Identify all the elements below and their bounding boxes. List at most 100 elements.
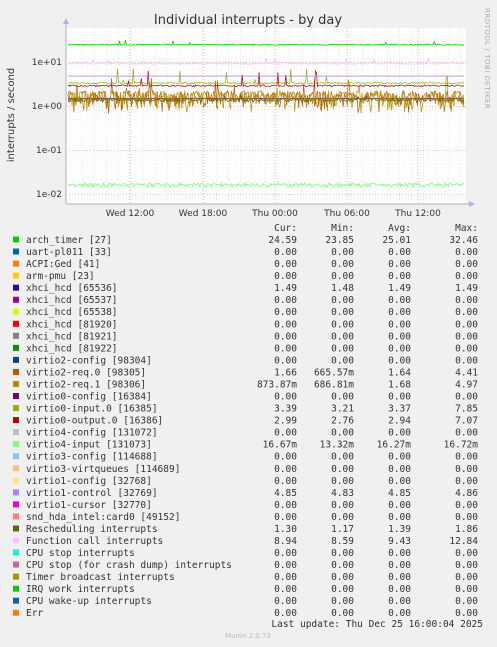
legend-value-min: 0.00 bbox=[331, 560, 354, 571]
legend-value-max: 12.84 bbox=[449, 536, 478, 547]
legend-series-name: virtio1-config [32768] bbox=[26, 476, 152, 487]
legend-swatch bbox=[13, 248, 19, 255]
legend-value-max: 0.00 bbox=[455, 319, 478, 330]
legend-value-cur: 1.66 bbox=[274, 367, 297, 378]
legend-series-name: virtio3-config [114688] bbox=[26, 452, 158, 463]
legend-value-avg: 0.00 bbox=[388, 452, 411, 463]
legend-value-min: 0.00 bbox=[331, 464, 354, 475]
legend-value-min: 3.21 bbox=[331, 404, 354, 415]
legend-swatch bbox=[13, 537, 19, 544]
y-tick-label: 1e-02 bbox=[36, 190, 62, 200]
legend-value-cur: 0.00 bbox=[274, 584, 297, 595]
legend-value-min: 0.00 bbox=[331, 584, 354, 595]
legend-value-min: 0.00 bbox=[331, 572, 354, 583]
legend-swatch bbox=[13, 465, 19, 472]
legend-series-name: virtio0-output.0 [16386] bbox=[26, 416, 163, 427]
legend-value-cur: 4.85 bbox=[274, 488, 297, 499]
legend-series-name: CPU stop interrupts bbox=[26, 548, 135, 559]
legend-value-avg: 1.68 bbox=[388, 379, 411, 390]
last-update: Last update: Thu Dec 25 16:00:04 2025 bbox=[271, 619, 483, 630]
y-tick-label: 1e-01 bbox=[36, 146, 62, 156]
legend-value-cur: 0.00 bbox=[274, 392, 297, 403]
x-axis-arrow bbox=[469, 201, 475, 207]
legend-series-name: virtio1-cursor [32770] bbox=[26, 500, 152, 511]
legend-value-avg: 0.00 bbox=[388, 608, 411, 619]
legend-value-avg: 0.00 bbox=[388, 392, 411, 403]
y-tick-label: 1e+00 bbox=[32, 102, 63, 112]
legend-value-max: 0.00 bbox=[455, 548, 478, 559]
legend-value-avg: 0.00 bbox=[388, 572, 411, 583]
legend-series-name: virtio4-config [131072] bbox=[26, 428, 158, 439]
legend-value-avg: 1.64 bbox=[388, 367, 411, 378]
legend-value-min: 1.17 bbox=[331, 524, 354, 535]
legend-value-max: 0.00 bbox=[455, 428, 478, 439]
legend-value-avg: 0.00 bbox=[388, 295, 411, 306]
legend-swatch bbox=[13, 332, 19, 339]
legend-swatch bbox=[13, 344, 19, 351]
legend-value-avg: 16.27m bbox=[377, 440, 412, 451]
legend-value-cur: 0.00 bbox=[274, 355, 297, 366]
legend-value-avg: 0.00 bbox=[388, 476, 411, 487]
legend-series-name: virtio3-virtqueues [114689] bbox=[26, 464, 180, 475]
legend-value-max: 0.00 bbox=[455, 464, 478, 475]
legend-series-name: CPU wake-up interrupts bbox=[26, 596, 152, 607]
y-tick-labels: 1e-02 1e-01 1e+00 1e+01 bbox=[32, 58, 63, 200]
legend-swatch bbox=[13, 356, 19, 363]
legend-swatch bbox=[13, 501, 19, 508]
legend: arch_timer [27] 24.59 23.85 25.01 32.46 uart-… bbox=[13, 235, 478, 619]
legend-value-avg: 0.00 bbox=[388, 355, 411, 366]
y-axis-label: interrupts / second bbox=[6, 68, 17, 162]
legend-value-max: 0.00 bbox=[455, 331, 478, 342]
legend-value-max: 0.00 bbox=[455, 259, 478, 270]
legend-swatch bbox=[13, 296, 19, 303]
legend-value-max: 4.97 bbox=[455, 379, 478, 390]
legend-value-avg: 0.00 bbox=[388, 307, 411, 318]
legend-value-max: 32.46 bbox=[449, 235, 478, 246]
legend-column-header: Min: bbox=[331, 223, 354, 234]
legend-swatch bbox=[13, 393, 19, 400]
legend-value-max: 0.00 bbox=[455, 608, 478, 619]
legend-value-cur: 0.00 bbox=[274, 452, 297, 463]
legend-value-min: 686.81m bbox=[314, 379, 354, 390]
legend-series-name: Function call interrupts bbox=[26, 536, 163, 547]
legend-swatch bbox=[13, 573, 19, 580]
legend-value-min: 23.85 bbox=[325, 235, 354, 246]
legend-swatch bbox=[13, 525, 19, 532]
legend-value-avg: 1.39 bbox=[388, 524, 411, 535]
legend-value-min: 13.32m bbox=[320, 440, 355, 451]
legend-value-max: 7.07 bbox=[455, 416, 478, 427]
legend-value-max: 0.00 bbox=[455, 343, 478, 354]
legend-column-header: Cur: bbox=[274, 223, 297, 234]
legend-swatch bbox=[13, 597, 19, 604]
legend-swatch bbox=[13, 453, 19, 460]
legend-value-cur: 1.49 bbox=[274, 283, 297, 294]
legend-value-min: 0.00 bbox=[331, 392, 354, 403]
legend-value-avg: 0.00 bbox=[388, 247, 411, 258]
legend-value-avg: 0.00 bbox=[388, 596, 411, 607]
legend-series-name: xhci_hcd [65537] bbox=[26, 295, 118, 306]
legend-series-name: xhci_hcd [81921] bbox=[26, 331, 118, 342]
legend-value-min: 0.00 bbox=[331, 500, 354, 511]
legend-value-max: 0.00 bbox=[455, 476, 478, 487]
legend-value-cur: 16.67m bbox=[263, 440, 298, 451]
legend-value-avg: 0.00 bbox=[388, 271, 411, 282]
legend-value-max: 0.00 bbox=[455, 271, 478, 282]
legend-value-cur: 3.39 bbox=[274, 404, 297, 415]
legend-series-name: uart-pl011 [33] bbox=[26, 247, 112, 258]
legend-value-min: 0.00 bbox=[331, 428, 354, 439]
legend-value-max: 0.00 bbox=[455, 392, 478, 403]
legend-series-name: virtio0-input.0 [16385] bbox=[26, 404, 158, 415]
legend-value-avg: 9.43 bbox=[388, 536, 411, 547]
legend-swatch bbox=[13, 368, 19, 375]
legend-value-max: 0.00 bbox=[455, 572, 478, 583]
legend-value-max: 4.86 bbox=[455, 488, 478, 499]
legend-value-cur: 2.99 bbox=[274, 416, 297, 427]
legend-value-min: 0.00 bbox=[331, 271, 354, 282]
legend-value-min: 0.00 bbox=[331, 355, 354, 366]
y-tick-label: 1e+01 bbox=[32, 58, 62, 68]
legend-value-min: 0.00 bbox=[331, 343, 354, 354]
legend-value-cur: 0.00 bbox=[274, 343, 297, 354]
x-tick-label: Wed 12:00 bbox=[106, 209, 155, 219]
legend-series-name: virtio4-input [131073] bbox=[26, 440, 152, 451]
legend-value-max: 0.00 bbox=[455, 355, 478, 366]
